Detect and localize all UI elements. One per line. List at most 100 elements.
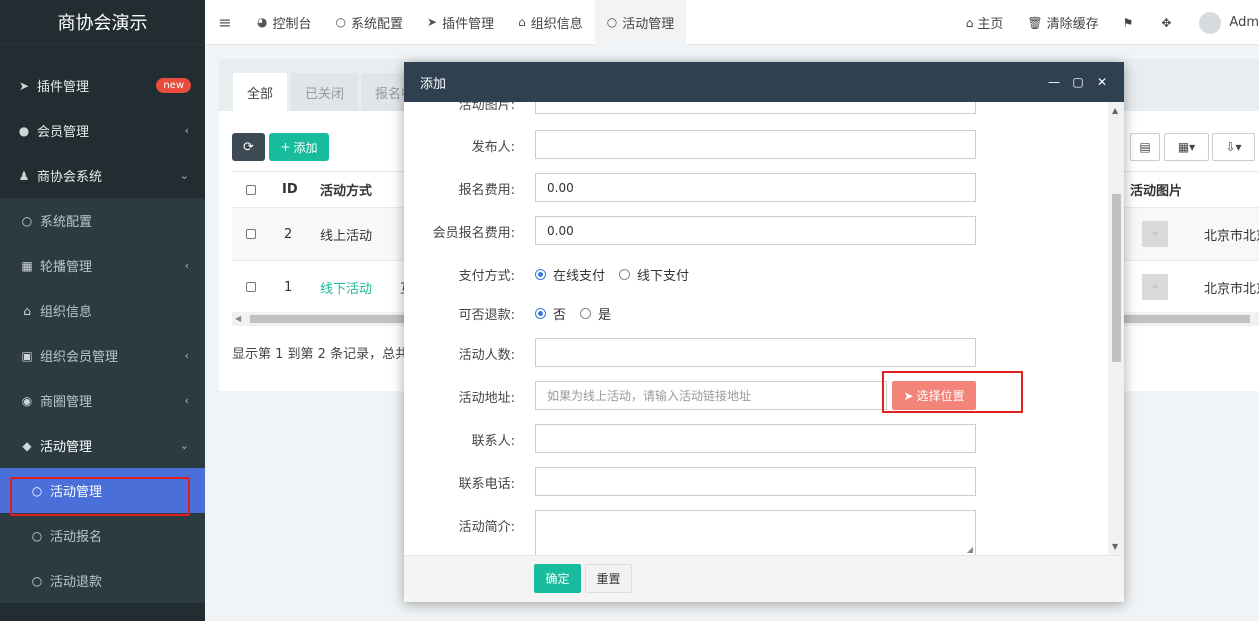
sidebar-item-activity-group[interactable]: ◆ 活动管理 ⌄: [0, 423, 205, 468]
radio-button[interactable]: [619, 268, 631, 280]
pay-online-option[interactable]: 在线支付: [535, 265, 605, 284]
tab-activity-manage[interactable]: ○ 活动管理: [594, 0, 687, 45]
tags-icon: ◆: [22, 438, 32, 453]
arrow-left-icon[interactable]: ◀: [235, 314, 241, 323]
tab-plugins[interactable]: ➤ 插件管理: [415, 0, 506, 45]
header-id[interactable]: ID: [282, 172, 298, 207]
arrow-down-icon[interactable]: ▼: [1112, 542, 1118, 551]
row-checkbox[interactable]: [246, 261, 256, 313]
sidebar-item-plugins[interactable]: ➤ 插件管理 new: [0, 63, 205, 108]
field-label: 可否退款:: [458, 307, 515, 323]
sidebar: 商协会演示 ➤ 插件管理 new ● 会员管理 ‹ ♟ 商协会系统 ⌄ ○ 系统…: [0, 0, 205, 621]
refresh-button[interactable]: ⟳: [232, 133, 265, 161]
circle-icon: ○: [335, 15, 346, 29]
tab-label: 系统配置: [350, 16, 403, 32]
toggle-view-button[interactable]: ▤: [1130, 133, 1160, 161]
checkbox: [246, 282, 256, 292]
row-mode-link[interactable]: 线下活动: [320, 261, 372, 313]
radio-label: 是: [598, 307, 612, 323]
sidebar-item-activity-signup[interactable]: ○ 活动报名: [0, 513, 205, 558]
field-label: 活动简介:: [458, 519, 515, 535]
confirm-button[interactable]: 确定: [534, 564, 581, 593]
count-input[interactable]: [535, 338, 976, 367]
sidebar-item-label: 系统配置: [40, 215, 93, 230]
avatar: [1199, 11, 1222, 34]
phone-input[interactable]: [535, 467, 976, 496]
sidebar-item-system-config[interactable]: ○ 系统配置: [0, 198, 205, 243]
row-image[interactable]: ▭: [1142, 208, 1168, 260]
field-label: 会员报名费用:: [432, 225, 515, 241]
fee-input[interactable]: 0.00: [535, 173, 976, 202]
refund-yes-option[interactable]: 是: [580, 304, 611, 323]
brand-title[interactable]: 商协会演示: [0, 0, 205, 45]
radio-button[interactable]: [535, 307, 546, 319]
row-image[interactable]: ▭: [1142, 261, 1168, 313]
paper-plane-icon: ➤: [18, 78, 30, 93]
member-fee-input[interactable]: 0.00: [535, 216, 976, 245]
field-label: 联系人:: [471, 433, 515, 449]
select-all-checkbox[interactable]: [246, 172, 256, 207]
sidebar-item-carousel[interactable]: ▦ 轮播管理 ‹: [0, 243, 205, 288]
export-button[interactable]: ⇩▾: [1212, 133, 1255, 161]
arrow-up-icon[interactable]: ▲: [1112, 106, 1118, 115]
checkbox: [246, 229, 256, 239]
radio-button[interactable]: [535, 268, 546, 280]
tab-label: 插件管理: [442, 16, 495, 32]
sidebar-item-activity-refund[interactable]: ○ 活动退款: [0, 558, 205, 603]
bank-icon: ⌂: [518, 15, 526, 29]
resize-handle-icon[interactable]: ◢: [967, 545, 973, 554]
dialog-window-controls: — ▢ ✕: [1042, 62, 1114, 102]
header-image[interactable]: 活动图片: [1130, 172, 1182, 207]
dialog-body: 活动图片: 发布人: 报名费用: 0.00 会员报名费用: 0.00 支付方式:…: [404, 102, 1124, 555]
vertical-scrollbar[interactable]: ▲ ▼: [1108, 102, 1124, 555]
add-label: 添加: [293, 140, 318, 155]
add-button[interactable]: + 添加: [269, 133, 329, 161]
chevron-left-icon: ‹: [184, 349, 189, 362]
tab-all[interactable]: 全部: [233, 73, 288, 111]
tab-dashboard[interactable]: ◕ 控制台: [245, 0, 324, 45]
language-button[interactable]: ⚑: [1111, 16, 1150, 30]
sidebar-item-org-info[interactable]: ⌂ 组织信息: [0, 288, 205, 333]
sidebar-item-members[interactable]: ● 会员管理 ‹: [0, 108, 205, 153]
tab-label: 活动管理: [622, 16, 675, 32]
radio-button[interactable]: [580, 307, 592, 319]
address-input[interactable]: 如果为线上活动，请输入活动链接地址: [535, 381, 887, 410]
tab-org-info[interactable]: ⌂ 组织信息: [506, 0, 595, 45]
publisher-input[interactable]: [535, 130, 976, 159]
sidebar-item-partial[interactable]: [0, 45, 205, 63]
field-label: 活动人数:: [458, 347, 515, 363]
minimize-icon[interactable]: —: [1042, 75, 1066, 89]
radio-label: 在线支付: [553, 268, 606, 284]
clear-cache-button[interactable]: 🗑 清除缓存: [1015, 13, 1110, 33]
home-link[interactable]: ⌂ 主页: [954, 13, 1016, 33]
columns-button[interactable]: ▦▾: [1164, 133, 1209, 161]
field-label: 支付方式:: [458, 268, 515, 284]
sidebar-item-business-circle[interactable]: ◉ 商圈管理 ‹: [0, 378, 205, 423]
sidebar-item-org-members[interactable]: ▣ 组织会员管理 ‹: [0, 333, 205, 378]
sidebar-item-chamber-system[interactable]: ♟ 商协会系统 ⌄: [0, 153, 205, 198]
fullscreen-button[interactable]: ✥: [1149, 16, 1187, 30]
sidebar-item-label: 活动报名: [50, 530, 103, 545]
radio-label: 线下支付: [637, 268, 690, 284]
user-menu[interactable]: Adm: [1187, 11, 1259, 34]
row-checkbox[interactable]: [246, 208, 256, 260]
reset-button[interactable]: 重置: [585, 564, 632, 593]
home-icon: ⌂: [965, 15, 974, 30]
paper-plane-icon: ➤: [427, 15, 438, 29]
close-icon[interactable]: ✕: [1090, 75, 1114, 89]
grid-icon: ▦: [21, 258, 33, 273]
scrollbar-thumb[interactable]: [1112, 194, 1121, 362]
header-mode[interactable]: 活动方式: [320, 172, 372, 207]
image-input[interactable]: [535, 102, 976, 114]
refund-no-option[interactable]: 否: [535, 304, 566, 323]
pay-offline-option[interactable]: 线下支付: [619, 265, 689, 284]
tab-closed[interactable]: 已关闭: [291, 73, 359, 111]
tab-system-config[interactable]: ○ 系统配置: [324, 0, 416, 45]
menu-toggle-icon[interactable]: ≡: [205, 13, 245, 32]
intro-textarea[interactable]: ◢: [535, 510, 976, 555]
row-address: 北京市北京: [1204, 281, 1259, 297]
plus-icon: +: [280, 140, 291, 154]
maximize-icon[interactable]: ▢: [1066, 75, 1090, 89]
dialog-header[interactable]: 添加 — ▢ ✕: [404, 62, 1124, 102]
contact-input[interactable]: [535, 424, 976, 453]
